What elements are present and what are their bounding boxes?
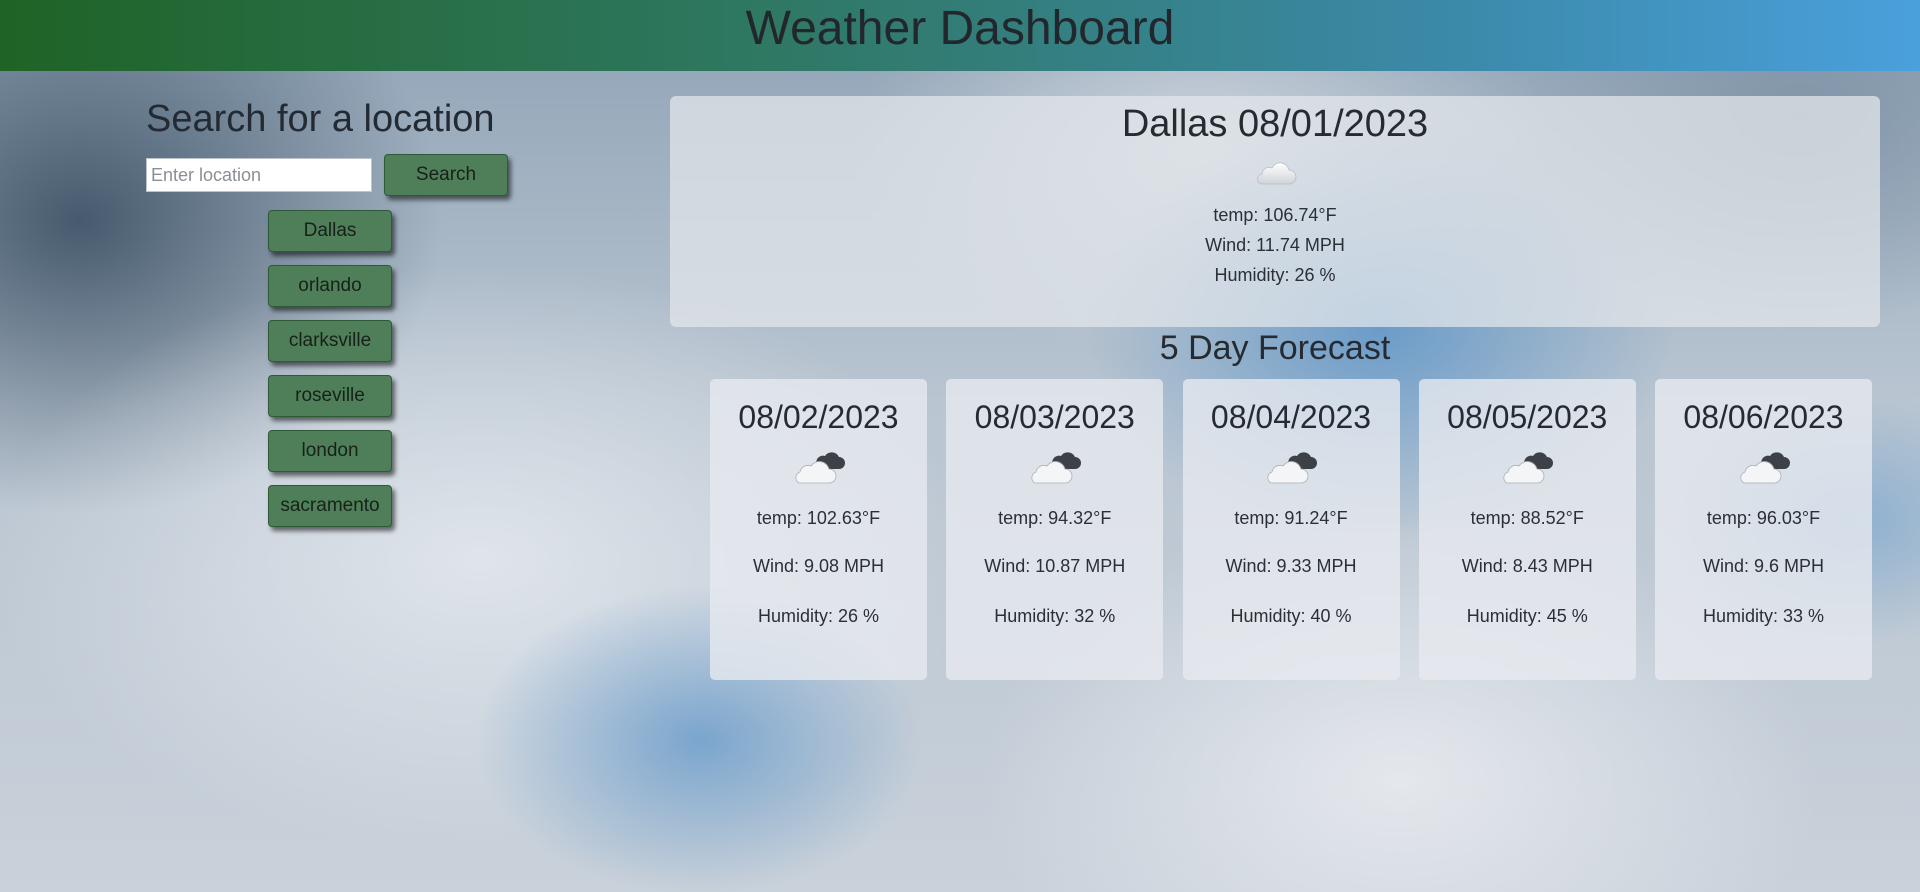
current-city-date: Dallas 08/01/2023 (1121, 103, 1429, 145)
current-wind: Wind: 11.74 MPH (1205, 235, 1345, 255)
current-weather-card: Dallas 08/01/2023 temp: 106.74°F Wind: 1… (670, 96, 1880, 327)
forecast-card: 08/02/2023 temp: 102.63°F Wind: 9.08 MPH… (710, 379, 927, 680)
forecast-temp: temp: 88.52°F (1470, 508, 1584, 528)
search-row: Search (146, 154, 566, 196)
forecast-card: 08/03/2023 temp: 94.32°F Wind: 10.87 MPH… (946, 379, 1164, 680)
page-header: Weather Dashboard (0, 0, 1920, 71)
cloudy-icon (946, 451, 1163, 495)
forecast-wind: Wind: 8.43 MPH (1461, 556, 1593, 576)
forecast-card: 08/05/2023 temp: 88.52°F Wind: 8.43 MPH … (1418, 379, 1636, 680)
forecast-date: 08/02/2023 (738, 399, 899, 435)
forecast-row: 08/02/2023 temp: 102.63°F Wind: 9.08 MPH… (710, 379, 1872, 680)
forecast-humidity: Humidity: 26 % (757, 606, 880, 626)
forecast-humidity: Humidity: 45 % (1466, 606, 1588, 626)
cloudy-icon (1183, 451, 1400, 495)
forecast-date: 08/06/2023 (1683, 399, 1844, 435)
forecast-humidity: Humidity: 40 % (1230, 606, 1352, 626)
history-button-sacramento[interactable]: sacramento (268, 485, 392, 527)
forecast-wind: Wind: 9.33 MPH (1225, 556, 1357, 576)
forecast-temp: temp: 94.32°F (998, 508, 1112, 528)
page-title: Weather Dashboard (745, 2, 1175, 55)
forecast-date: 08/03/2023 (974, 399, 1135, 435)
cloud-icon (670, 160, 1880, 200)
history-button-orlando[interactable]: orlando (268, 265, 392, 307)
cloudy-icon (710, 451, 927, 495)
forecast-date: 08/05/2023 (1447, 399, 1608, 435)
forecast-date: 08/04/2023 (1210, 399, 1372, 435)
search-button[interactable]: Search (384, 154, 508, 196)
forecast-temp: temp: 96.03°F (1706, 508, 1821, 528)
history-button-dallas[interactable]: Dallas (268, 210, 392, 252)
forecast-card: 08/06/2023 temp: 96.03°F Wind: 9.6 MPH H… (1655, 379, 1872, 680)
forecast-humidity: Humidity: 33 % (1702, 606, 1825, 626)
forecast-title: 5 Day Forecast (1159, 329, 1391, 367)
forecast-temp: temp: 91.24°F (1234, 508, 1348, 528)
current-temp: temp: 106.74°F (1213, 205, 1337, 225)
cloudy-icon (1419, 451, 1636, 495)
search-heading: Search for a location (146, 98, 495, 140)
cloudy-icon (1655, 451, 1872, 495)
forecast-wind: Wind: 9.6 MPH (1702, 556, 1825, 576)
current-humidity: Humidity: 26 % (1214, 265, 1336, 285)
forecast-humidity: Humidity: 32 % (994, 606, 1116, 626)
history-button-clarksville[interactable]: clarksville (268, 320, 392, 362)
history-button-london[interactable]: london (268, 430, 392, 472)
forecast-wind: Wind: 9.08 MPH (752, 556, 885, 576)
forecast-wind: Wind: 10.87 MPH (984, 556, 1126, 576)
history-button-roseville[interactable]: roseville (268, 375, 392, 417)
search-panel: Search for a location Search Dallas orla… (146, 92, 566, 540)
search-history: Dallas orlando clarksville roseville lon… (268, 210, 566, 540)
search-input[interactable] (146, 158, 372, 192)
forecast-temp: temp: 102.63°F (756, 508, 881, 528)
forecast-card: 08/04/2023 temp: 91.24°F Wind: 9.33 MPH … (1182, 379, 1400, 680)
